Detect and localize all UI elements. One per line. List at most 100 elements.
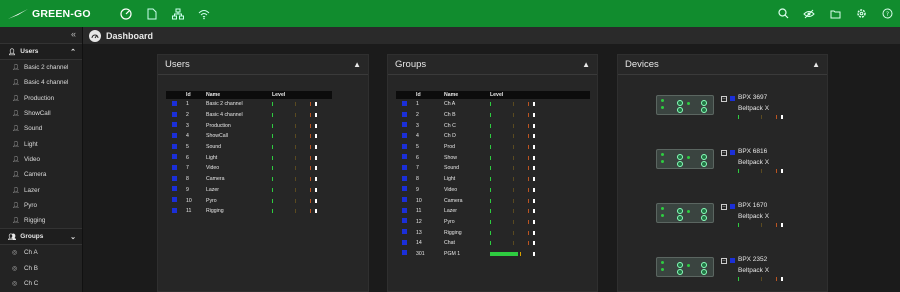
device-item[interactable]: – BPX 6816 Beltpack X: [618, 148, 818, 177]
chevron-down-icon[interactable]: ⌄: [70, 233, 76, 241]
wifi-icon[interactable]: [191, 0, 217, 27]
green-go-logo[interactable]: GREEN-GO: [6, 7, 91, 21]
table-row[interactable]: 2 Ch B: [396, 110, 590, 121]
collapse-sidebar-icon[interactable]: «: [0, 27, 82, 43]
eye-off-icon[interactable]: [796, 0, 822, 27]
folder-icon[interactable]: [822, 0, 848, 27]
dashboard-gauge-icon[interactable]: [113, 0, 139, 27]
device-checkbox-icon[interactable]: –: [721, 204, 727, 210]
device-level-wrap: [738, 169, 796, 173]
table-row[interactable]: 13 Rigging: [396, 227, 590, 238]
sidebar-item-group[interactable]: ◎ Ch B: [0, 261, 82, 276]
status-dot-icon: [402, 111, 407, 117]
level-cell: [272, 110, 332, 121]
device-checkbox-icon[interactable]: –: [721, 150, 727, 156]
user-icon: 👤︎: [12, 80, 20, 87]
status-cell: [396, 152, 416, 163]
help-icon[interactable]: ?: [874, 0, 900, 27]
sidebar-item-user[interactable]: 👤︎ Rigging: [0, 213, 82, 228]
level-meter: [490, 230, 548, 235]
name-cell: Rigging: [444, 229, 462, 236]
sidebar-item-user[interactable]: 👤︎ Light: [0, 136, 82, 151]
name-cell: Camera: [206, 176, 225, 183]
table-row[interactable]: 3 Ch C: [396, 120, 590, 131]
table-row[interactable]: 7 Sound: [396, 163, 590, 174]
id-cell: 5: [186, 144, 189, 151]
table-row[interactable]: 11 Lazer: [396, 206, 590, 217]
chevron-up-icon[interactable]: ⌃: [70, 48, 76, 56]
table-row[interactable]: 3 Production: [166, 120, 332, 131]
network-icon[interactable]: [165, 0, 191, 27]
search-icon[interactable]: [770, 0, 796, 27]
sidebar-item-user[interactable]: 👤︎ Sound: [0, 121, 82, 136]
table-row[interactable]: 2 Basic 4 channel: [166, 110, 332, 121]
table-row[interactable]: 1 Ch A: [396, 99, 590, 110]
sidebar-item-user[interactable]: 👤︎ Video: [0, 152, 82, 167]
table-row[interactable]: 5 Sound: [166, 142, 332, 153]
users-panel: Users ▲ Id Name Level 1 Basic 2 channel 2 Ba…: [157, 54, 369, 292]
sidebar-item-group[interactable]: ◎ Ch A: [0, 245, 82, 260]
status-dot-icon: [172, 154, 177, 160]
sidebar-item-label: Ch A: [24, 249, 38, 257]
status-dot-icon: [402, 197, 407, 203]
table-row[interactable]: 301 PGM 1: [396, 249, 590, 260]
table-row[interactable]: 9 Video: [396, 185, 590, 196]
collapse-panel-icon[interactable]: ▲: [582, 60, 590, 69]
table-row[interactable]: 10 Camera: [396, 195, 590, 206]
sidebar-item-user[interactable]: 👤︎ ShowCall: [0, 106, 82, 121]
sidebar-item-user[interactable]: 👤︎ Camera: [0, 167, 82, 182]
table-row[interactable]: 1 Basic 2 channel: [166, 99, 332, 110]
sidebar-item-group[interactable]: ◎ Ch C: [0, 276, 82, 291]
id-cell: 1: [416, 101, 419, 108]
device-item[interactable]: – BPX 1670 Beltpack X: [618, 202, 818, 231]
level-cell: [490, 142, 590, 153]
device-item[interactable]: – BPX 3697 Beltpack X: [618, 94, 818, 123]
group-icon: ◎: [12, 250, 18, 257]
table-row[interactable]: 14 Chat: [396, 238, 590, 249]
device-checkbox-icon[interactable]: –: [721, 96, 727, 102]
collapse-panel-icon[interactable]: ▲: [353, 60, 361, 69]
device-checkbox-icon[interactable]: –: [721, 258, 727, 264]
table-row[interactable]: 6 Light: [166, 152, 332, 163]
collapse-panel-icon[interactable]: ▲: [812, 60, 820, 69]
status-cell: [396, 120, 416, 131]
sidebar-item-user[interactable]: 👤︎ Pyro: [0, 198, 82, 213]
level-meter: [490, 209, 548, 214]
document-icon[interactable]: [139, 0, 165, 27]
level-meter: [738, 277, 796, 281]
device-level-wrap: [738, 223, 796, 227]
name-cell: Ch D: [444, 133, 456, 140]
table-row[interactable]: 7 Video: [166, 163, 332, 174]
table-row[interactable]: 4 Ch D: [396, 131, 590, 142]
sidebar-item-user[interactable]: 👤︎ Basic 4 channel: [0, 75, 82, 90]
sidebar-section-groups[interactable]: 👥︎ Groups ⌄: [0, 228, 82, 246]
table-row[interactable]: 8 Light: [396, 174, 590, 185]
device-type: Beltpack X: [738, 267, 770, 274]
table-row[interactable]: 8 Camera: [166, 174, 332, 185]
sidebar-section-users[interactable]: 👤︎ Users ⌃: [0, 43, 82, 60]
column-header: Level: [272, 91, 332, 99]
table-row[interactable]: 10 Pyro: [166, 195, 332, 206]
sidebar-item-label: Basic 2 channel: [24, 64, 69, 72]
sidebar-item-user[interactable]: 👤︎ Basic 2 channel: [0, 60, 82, 75]
device-item[interactable]: – BPX 2352 Beltpack X: [618, 256, 818, 285]
level-meter: [272, 145, 330, 150]
level-cell: [272, 195, 332, 206]
name-cell: Video: [206, 165, 220, 172]
name-cell: Rigging: [206, 208, 224, 215]
sidebar: « 👤︎ Users ⌃ 👤︎ Basic 2 channel 👤︎ Basic 4 …: [0, 27, 83, 292]
top-bar: GREEN-GO ?: [0, 0, 900, 27]
sidebar-item-user[interactable]: 👤︎ Production: [0, 91, 82, 106]
table-row[interactable]: 9 Lazer: [166, 185, 332, 196]
table-row[interactable]: 6 Show: [396, 152, 590, 163]
table-row[interactable]: 5 Prod: [396, 142, 590, 153]
name-cell: Light: [444, 176, 456, 183]
sidebar-item-user[interactable]: 👤︎ Lazer: [0, 182, 82, 197]
name-cell: Video: [444, 186, 458, 193]
table-row[interactable]: 4 ShowCall: [166, 131, 332, 142]
user-icon: 👤︎: [12, 156, 20, 163]
gear-icon[interactable]: [848, 0, 874, 27]
table-row[interactable]: 11 Rigging: [166, 206, 332, 217]
table-row[interactable]: 12 Pyro: [396, 217, 590, 228]
status-dot-icon: [172, 132, 177, 138]
